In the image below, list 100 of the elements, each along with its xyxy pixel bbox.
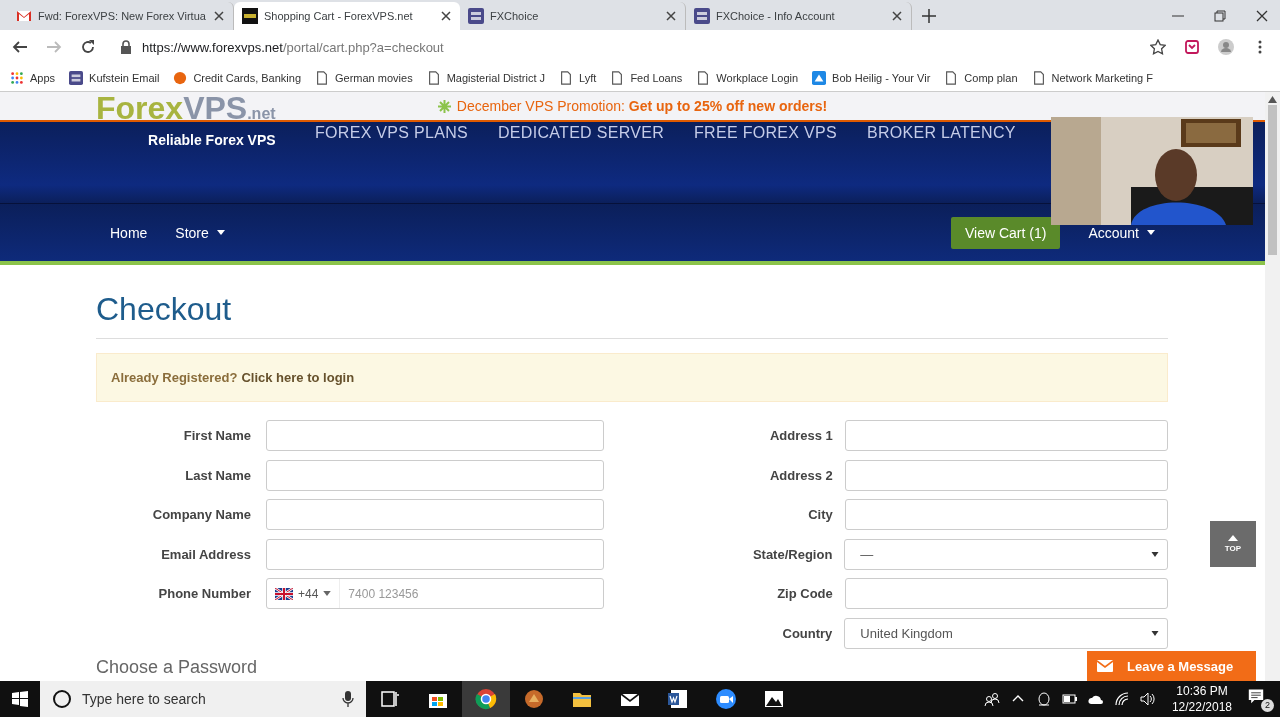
nav-link[interactable]: Home [110,224,148,241]
page-icon [426,70,441,85]
search-field[interactable]: Type here to search [40,681,366,717]
field-label: City [807,507,834,523]
bookmark[interactable]: Fed Loans [610,70,683,85]
back-to-top-button[interactable]: TOP [1210,521,1256,567]
search-icon [52,689,72,709]
close-icon[interactable] [440,10,452,22]
caret-icon [323,591,332,597]
tab-title: Fwd: ForexVPS: New Forex Virtua [38,10,207,22]
field-label: Phone Number [157,586,252,602]
nav-link[interactable]: DEDICATED SERVER [498,124,665,162]
video-call-icon[interactable] [715,688,737,710]
select-field[interactable]: — [844,538,1168,570]
flag-icon [275,587,293,600]
people-icon[interactable] [983,691,1000,707]
battery-icon[interactable] [1061,691,1078,707]
restore-icon[interactable] [1214,10,1226,22]
select-field[interactable]: United Kingdom [844,617,1168,649]
field-label: Company Name [151,507,252,523]
country-code[interactable]: +44 [298,586,319,601]
input-field[interactable] [844,499,1168,531]
input-field[interactable] [266,420,604,452]
tab-title: FXChoice - Info Account [716,10,836,22]
close-icon[interactable] [891,10,903,22]
input-field[interactable] [266,459,604,491]
page-title: Checkout [96,291,1168,339]
scrollbar-thumb[interactable] [1268,105,1277,255]
field-label: First Name [182,428,252,444]
document-icon[interactable] [667,688,689,710]
bookmark[interactable]: Workplace Login [696,70,799,85]
bookmark[interactable]: German movies [315,70,413,85]
reload-icon[interactable] [80,39,96,55]
field-label: Last Name [184,467,252,483]
bookmark[interactable]: Lyft [559,70,597,85]
avatar-icon[interactable] [1218,39,1234,55]
nav-link[interactable]: BROKER LATENCY [866,124,1016,162]
field-label: State/Region [751,546,834,562]
field-label: Address 1 [768,428,834,444]
address-bar[interactable]: https://www.forexvps.net/portal/cart.php?a=checkout [114,33,1132,61]
logo-icon [69,70,84,85]
windows-icon[interactable] [12,691,28,707]
star-icon[interactable] [1150,39,1166,55]
field-label: Email Address [160,546,252,562]
task-view-icon[interactable] [379,688,401,710]
page-icon [944,70,959,85]
bookmark[interactable]: Bob Heilig - Your Vir [812,70,931,85]
nav-link[interactable]: Account [1088,224,1155,241]
clock-date: 12/22/2018 [1171,699,1232,715]
plus-icon[interactable] [922,9,936,23]
notification-count: 2 [1261,699,1274,712]
input-field[interactable] [844,420,1168,452]
field-label: Zip Code [776,586,834,602]
field-label: Address 2 [768,467,834,483]
speaker-icon[interactable] [1139,691,1156,707]
close-icon[interactable] [213,10,225,22]
logo-icon [694,8,710,24]
photos-icon[interactable] [763,688,785,710]
input-field[interactable] [266,499,604,531]
tab-title: FXChoice [490,10,540,22]
app-icon[interactable] [523,688,545,710]
site-tagline: Reliable Forex VPS [148,132,276,148]
logo-icon [812,70,827,85]
login-link[interactable]: Click here to login [241,370,355,385]
arrow-up-icon[interactable] [1268,96,1277,103]
bookmark[interactable]: Kufstein Email [69,70,160,85]
page-icon [696,70,711,85]
field-label: Country [781,625,834,641]
close-icon[interactable] [1256,10,1268,22]
nav-link[interactable]: FREE FOREX VPS [694,124,837,162]
wifi-icon[interactable] [1113,691,1130,707]
clock[interactable]: 10:36 PM 12/22/2018 [1171,683,1232,715]
promo-text: December VPS Promotion: Get up to 25% off new orders! [456,98,828,114]
nav-link[interactable]: Store [175,224,225,241]
bookmark[interactable]: Comp plan [944,70,1018,85]
close-icon[interactable] [665,10,677,22]
microphone-icon[interactable] [342,691,354,707]
input-field[interactable] [844,578,1168,610]
browser-tab[interactable]: Shopping Cart - ForexVPS.net [234,2,460,30]
page-icon [1031,70,1046,85]
phone-field[interactable]: +44 7400 123456 [266,578,604,610]
logo-icon [468,8,484,24]
input-field[interactable] [844,459,1168,491]
input-field[interactable] [266,538,604,570]
logo-icon [242,8,258,24]
extension-icon[interactable] [1184,39,1200,55]
page-icon [610,70,625,85]
bookmark[interactable]: Credit Cards, Banking [173,70,301,85]
bookmark[interactable]: Apps [10,70,56,85]
scrollbar[interactable] [1265,92,1280,681]
circle-icon [173,70,188,85]
nav-link[interactable]: FOREX VPS PLANS [315,124,468,162]
bookmark[interactable]: Network Marketing F [1031,70,1154,85]
notification-icon[interactable] [1248,688,1264,704]
back-icon[interactable] [12,39,28,55]
bookmark[interactable]: Magisterial District J [426,70,546,85]
section-heading: Choose a Password [96,657,258,677]
browser-icon[interactable] [475,688,497,710]
envelope-icon [16,8,32,24]
cart-button[interactable]: View Cart (1) [950,216,1061,249]
